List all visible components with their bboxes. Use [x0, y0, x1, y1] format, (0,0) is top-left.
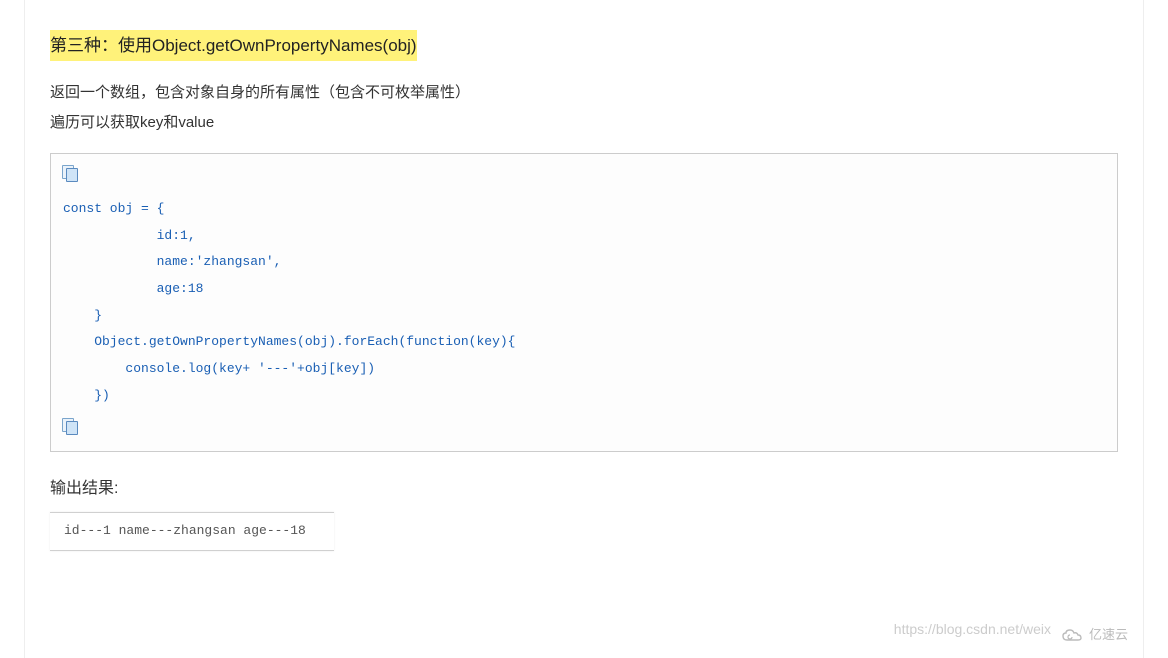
copy-icon[interactable]: [61, 164, 79, 182]
code-block: const obj = { id:1, name:'zhangsan', age…: [50, 153, 1118, 452]
code-toolbar-bottom: [61, 417, 1107, 443]
description-line-1: 返回一个数组，包含对象自身的所有属性（包含不可枚举属性）: [50, 81, 1118, 105]
section-heading: 第三种：使用Object.getOwnPropertyNames(obj): [50, 30, 417, 61]
article-container: 第三种：使用Object.getOwnPropertyNames(obj) 返回…: [24, 0, 1144, 658]
watermark-url: https://blog.csdn.net/weix: [894, 618, 1051, 640]
code-content: const obj = { id:1, name:'zhangsan', age…: [61, 196, 1107, 409]
code-toolbar-top: [61, 164, 1107, 190]
output-heading: 输出结果:: [50, 476, 1118, 502]
copy-icon[interactable]: [61, 417, 79, 435]
description-line-2: 遍历可以获取key和value: [50, 111, 1118, 135]
logo-text: 亿速云: [1089, 625, 1128, 646]
site-logo: 亿速云: [1061, 625, 1128, 646]
cloud-icon: [1061, 628, 1085, 644]
output-box: id---1 name---zhangsan age---18: [50, 512, 334, 551]
